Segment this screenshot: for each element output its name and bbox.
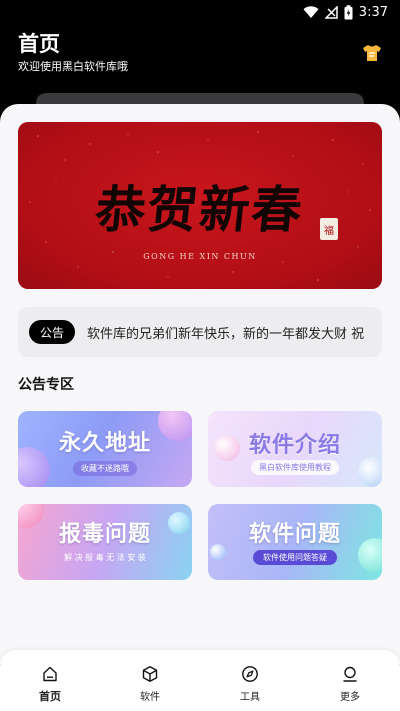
card-software-intro[interactable]: 软件介绍 黑白软件库使用教程 — [208, 411, 382, 487]
wifi-icon — [303, 5, 319, 18]
compass-icon — [242, 666, 258, 682]
card-software-issues[interactable]: 软件问题 软件使用问题答疑 — [208, 504, 382, 580]
status-bar: 3:37 — [0, 0, 400, 24]
announcement-bar[interactable]: 公告 软件库的兄弟们新年快乐，新的一年都发大财 祝 — [18, 307, 382, 357]
card-subtitle: 解 决 报 毒 无 法 安 装 — [64, 553, 146, 562]
nav-tools[interactable]: 工具 — [200, 650, 300, 711]
banner-caption: GONG HE XIN CHUN — [143, 252, 257, 261]
nav-label: 工具 — [240, 692, 260, 703]
home-icon — [43, 666, 57, 682]
nav-software[interactable]: 软件 — [100, 650, 200, 711]
card-title: 永久地址 — [58, 431, 151, 456]
signal-icon — [324, 5, 338, 19]
card-subtitle: 软件使用问题答疑 — [253, 550, 337, 565]
nav-home[interactable]: 首页 — [0, 650, 100, 711]
announcement-text: 软件库的兄弟们新年快乐，新的一年都发大财 祝 — [87, 326, 365, 342]
announcement-badge: 公告 — [29, 320, 75, 344]
card-title: 报毒问题 — [58, 522, 151, 547]
nav-label: 更多 — [340, 692, 360, 703]
battery-icon — [344, 4, 353, 19]
bottom-navigation: 首页 软件 工具 更多 — [0, 650, 400, 711]
nav-label: 首页 — [39, 690, 61, 703]
page-header: 首页 欢迎使用黑白软件库哦 — [18, 30, 382, 78]
user-icon — [343, 666, 357, 682]
nav-more[interactable]: 更多 — [300, 650, 400, 711]
new-year-banner[interactable]: 恭贺新春 福 GONG HE XIN CHUN — [18, 122, 382, 289]
card-virus-alert[interactable]: 报毒问题 解 决 报 毒 无 法 安 装 — [18, 504, 192, 580]
card-decoration — [358, 457, 382, 487]
card-permanent-address[interactable]: 永久地址 收藏不迷路哦 — [18, 411, 192, 487]
section-title: 公告专区 — [18, 377, 74, 393]
cube-icon — [142, 666, 158, 682]
status-time: 3:37 — [358, 4, 388, 20]
banner-seal: 福 — [320, 218, 338, 240]
card-title: 软件问题 — [248, 522, 341, 547]
card-subtitle: 黑白软件库使用教程 — [251, 460, 339, 475]
page-subtitle: 欢迎使用黑白软件库哦 — [18, 60, 128, 73]
nav-label: 软件 — [140, 692, 160, 703]
main-content: 恭贺新春 福 GONG HE XIN CHUN 公告 软件库的兄弟们新年快乐，新… — [0, 104, 400, 664]
tshirt-icon[interactable] — [362, 44, 382, 62]
card-title: 软件介绍 — [248, 433, 341, 458]
card-subtitle: 收藏不迷路哦 — [73, 461, 137, 476]
page-title: 首页 — [18, 32, 60, 56]
